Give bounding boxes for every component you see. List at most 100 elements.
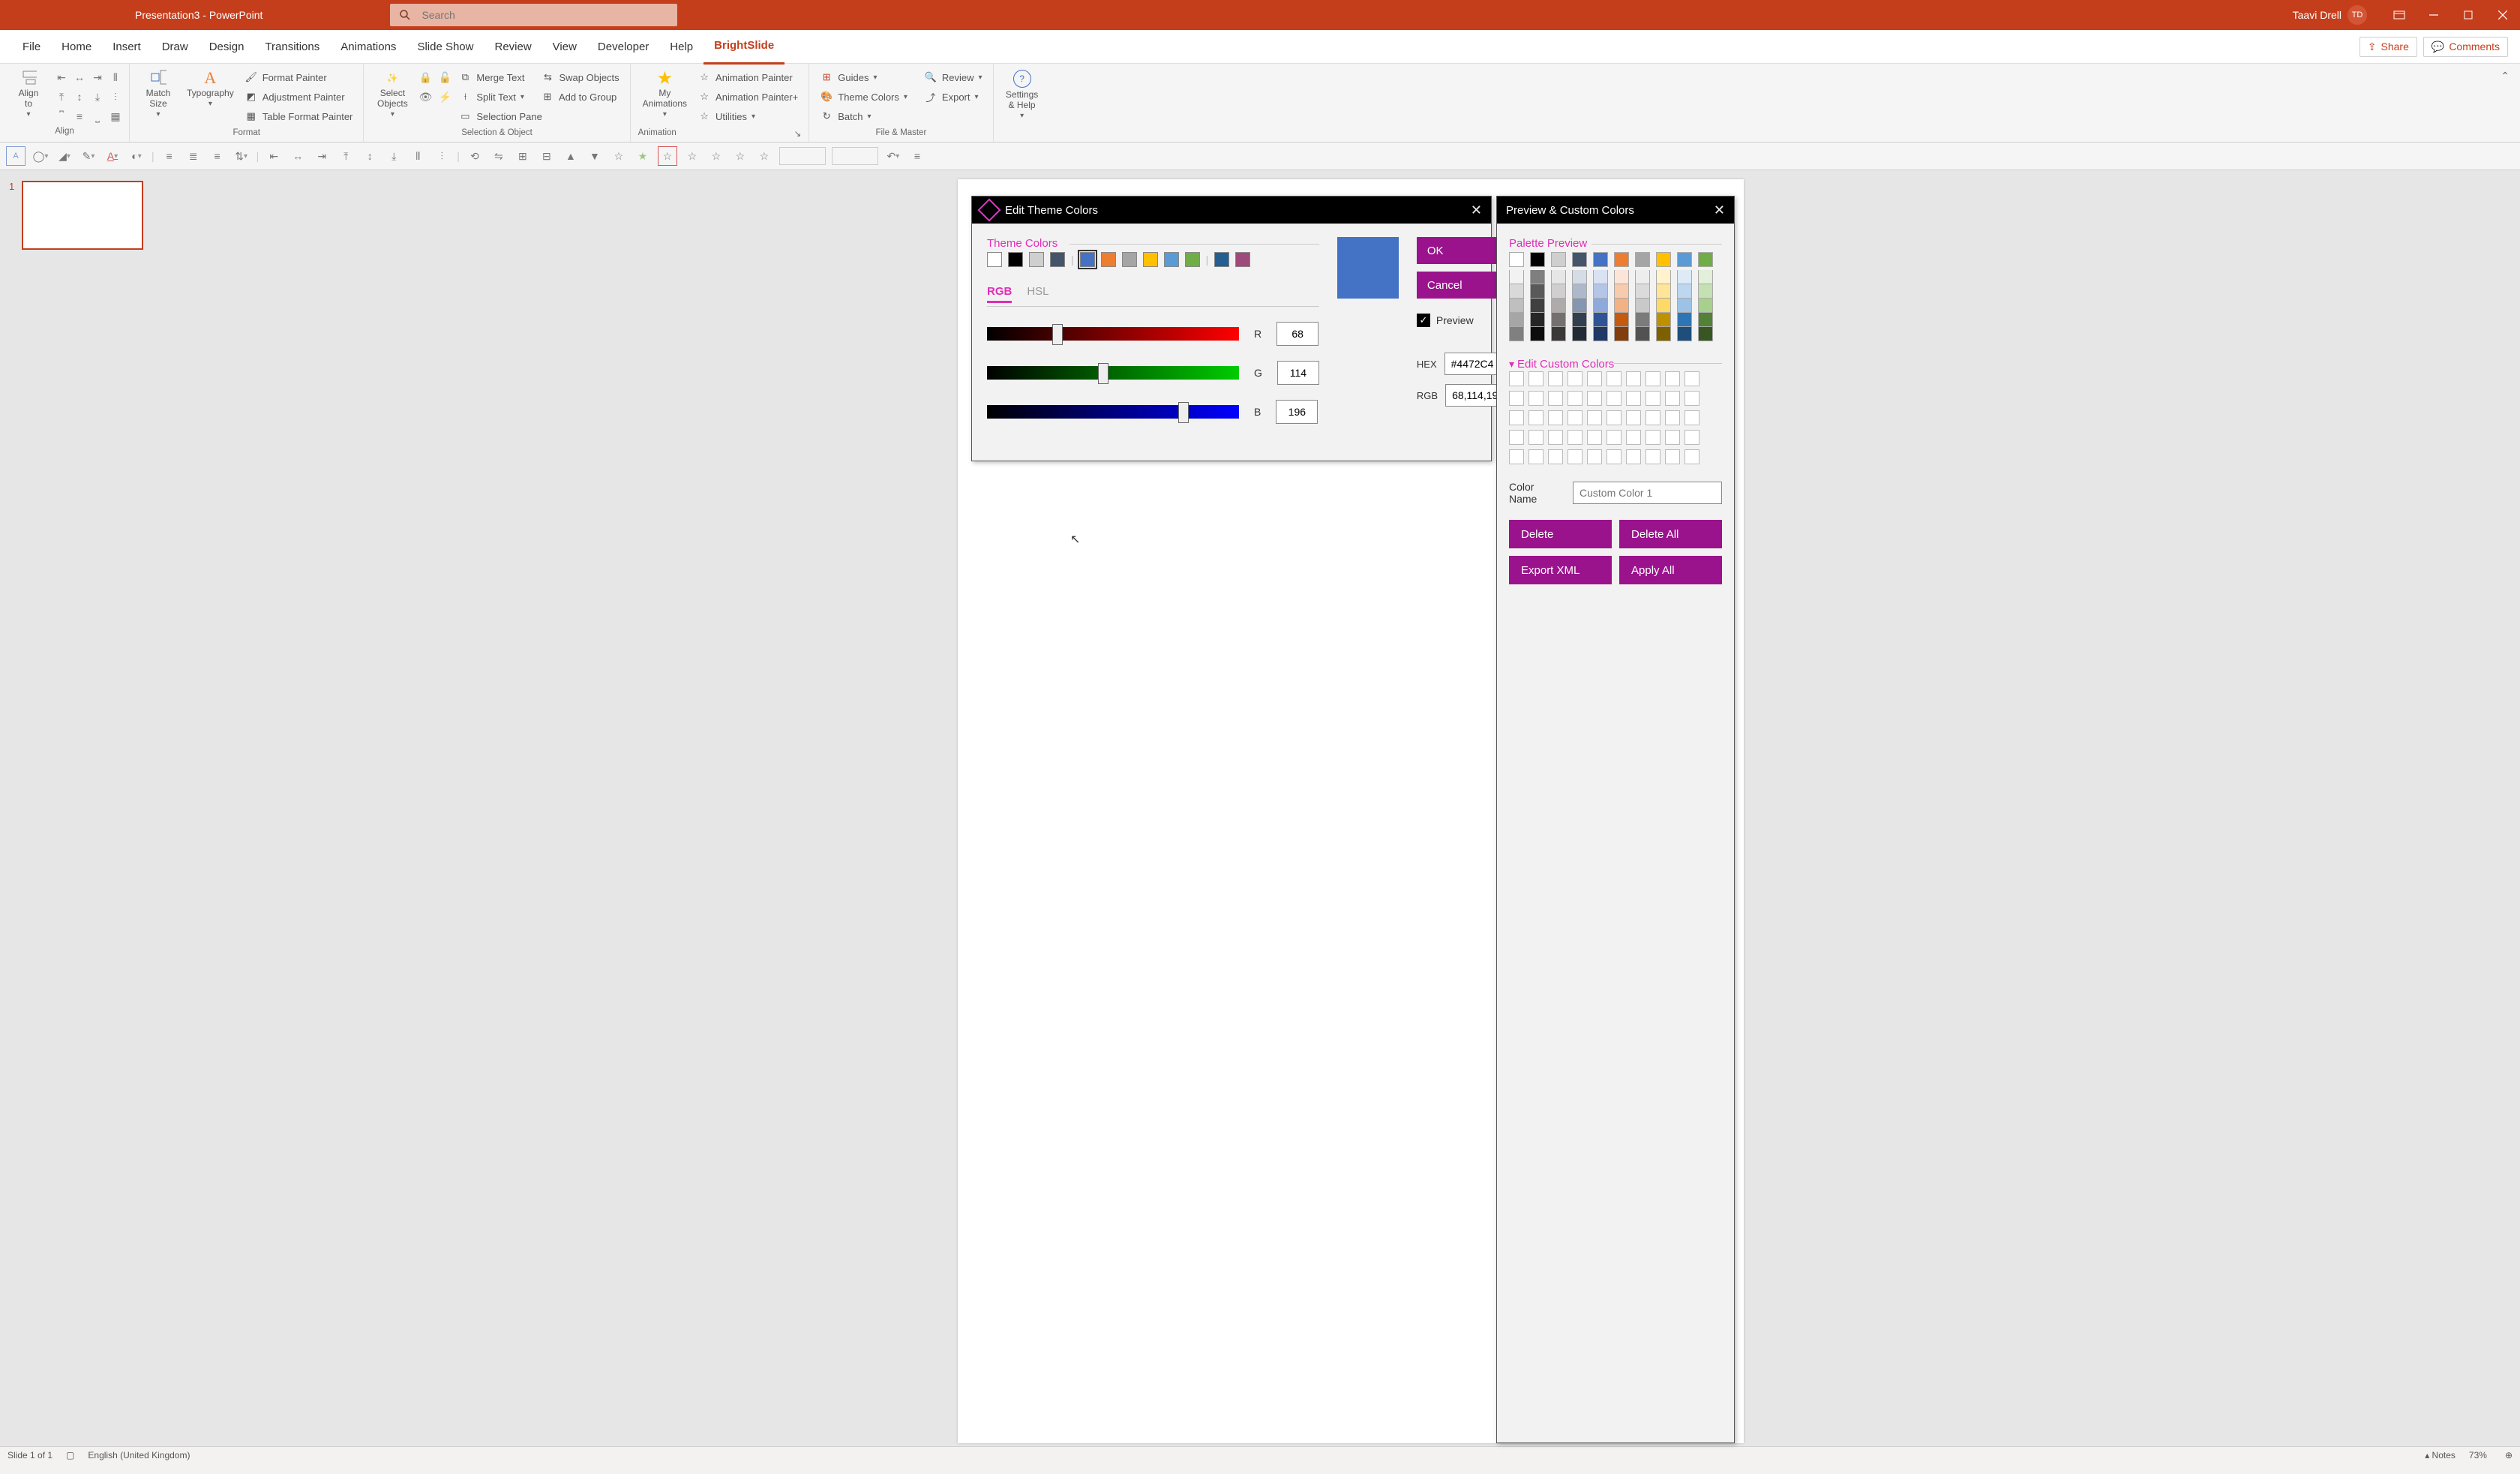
palette-swatch[interactable] bbox=[1677, 284, 1692, 299]
theme-colors-button[interactable]: 🎨Theme Colors ▾ bbox=[817, 88, 910, 106]
qa-combo1[interactable] bbox=[779, 147, 826, 165]
palette-swatch[interactable] bbox=[1635, 327, 1650, 341]
palette-swatch[interactable] bbox=[1635, 252, 1650, 267]
qa-al-mid-icon[interactable]: ↕ bbox=[361, 147, 379, 165]
tab-help[interactable]: Help bbox=[659, 30, 704, 63]
palette-swatch[interactable] bbox=[1614, 313, 1629, 327]
ribbon-options-icon[interactable] bbox=[2382, 0, 2416, 30]
export-button[interactable]: ⤴Export ▾ bbox=[921, 88, 986, 106]
palette-swatch[interactable] bbox=[1656, 327, 1671, 341]
slide-panel[interactable]: 1 bbox=[0, 170, 182, 1446]
qa-ungroup-icon[interactable]: ⊟ bbox=[538, 147, 556, 165]
match-size-button[interactable]: Match Size▾ bbox=[137, 68, 179, 120]
palette-swatch[interactable] bbox=[1698, 299, 1713, 313]
qa-forward-icon[interactable]: ▲ bbox=[562, 147, 580, 165]
palette-swatch[interactable] bbox=[1614, 284, 1629, 299]
palette-swatch[interactable] bbox=[1677, 252, 1692, 267]
palette-swatch[interactable] bbox=[1635, 313, 1650, 327]
palette-swatch[interactable] bbox=[1656, 252, 1671, 267]
palette-swatch[interactable] bbox=[1677, 270, 1692, 284]
qa-align-center-icon[interactable]: ≣ bbox=[184, 147, 202, 165]
theme-swatch[interactable] bbox=[1029, 252, 1044, 267]
qa-combo2[interactable] bbox=[832, 147, 878, 165]
typography-button[interactable]: A Typography▾ bbox=[182, 68, 238, 110]
qa-star6-icon[interactable]: ☆ bbox=[731, 147, 749, 165]
lightning-icon[interactable]: ⚡ bbox=[436, 88, 454, 106]
minimize-button[interactable] bbox=[2416, 0, 2451, 30]
palette-swatch[interactable] bbox=[1530, 284, 1545, 299]
qa-undo-icon[interactable]: ↶▾ bbox=[884, 147, 902, 165]
palette-swatch[interactable] bbox=[1593, 284, 1608, 299]
slider-b[interactable] bbox=[987, 405, 1239, 419]
palette-swatch[interactable] bbox=[1530, 252, 1545, 267]
animation-painter-button[interactable]: ☆Animation Painter bbox=[694, 68, 801, 86]
b-input[interactable] bbox=[1276, 400, 1318, 424]
palette-swatch[interactable] bbox=[1572, 327, 1587, 341]
swap-objects-button[interactable]: ⇆Swap Objects bbox=[538, 68, 622, 86]
custom-swatch[interactable] bbox=[1509, 371, 1524, 386]
palette-swatch[interactable] bbox=[1593, 252, 1608, 267]
palette-swatch[interactable] bbox=[1698, 284, 1713, 299]
theme-swatch[interactable] bbox=[1080, 252, 1095, 267]
custom-swatch[interactable] bbox=[1568, 391, 1582, 406]
palette-swatch[interactable] bbox=[1635, 299, 1650, 313]
qa-fill-icon[interactable]: ◢▾ bbox=[56, 147, 74, 165]
custom-swatch[interactable] bbox=[1646, 371, 1660, 386]
custom-swatch[interactable] bbox=[1626, 410, 1641, 425]
table-format-painter-button[interactable]: ▦Table Format Painter bbox=[242, 107, 356, 125]
delete-button[interactable]: Delete bbox=[1509, 520, 1612, 548]
custom-swatch[interactable] bbox=[1528, 371, 1544, 386]
palette-swatch[interactable] bbox=[1530, 313, 1545, 327]
slide-thumbnail[interactable] bbox=[22, 181, 143, 250]
qa-flip-icon[interactable]: ⇋ bbox=[490, 147, 508, 165]
palette-swatch[interactable] bbox=[1614, 327, 1629, 341]
custom-swatch[interactable] bbox=[1606, 430, 1622, 445]
slide[interactable]: Edit Theme Colors ✕ Theme Colors || RGB … bbox=[958, 179, 1744, 1443]
close-button[interactable] bbox=[2486, 0, 2520, 30]
align-text-bot-icon[interactable]: ⎵ bbox=[88, 107, 106, 125]
qa-al-cent-icon[interactable]: ↔ bbox=[289, 147, 307, 165]
theme-swatch[interactable] bbox=[1008, 252, 1023, 267]
color-name-input[interactable] bbox=[1573, 482, 1722, 504]
palette-swatch[interactable] bbox=[1677, 327, 1692, 341]
palette-swatch[interactable] bbox=[1509, 327, 1524, 341]
qa-more-icon[interactable]: ≡ bbox=[908, 147, 926, 165]
collapse-ribbon-button[interactable]: ⌃ bbox=[2490, 64, 2520, 142]
qa-outline-icon[interactable]: ✎▾ bbox=[80, 147, 98, 165]
settings-help-button[interactable]: ? Settings & Help▾ bbox=[1001, 68, 1043, 122]
slider-g[interactable] bbox=[987, 366, 1239, 380]
qa-align-left-icon[interactable]: ≡ bbox=[160, 147, 178, 165]
tab-file[interactable]: File bbox=[12, 30, 51, 63]
theme-swatch[interactable] bbox=[1143, 252, 1158, 267]
qa-textbox-icon[interactable]: A bbox=[6, 146, 26, 166]
custom-swatch[interactable] bbox=[1587, 449, 1602, 464]
tab-rgb[interactable]: RGB bbox=[987, 285, 1012, 303]
custom-swatch[interactable] bbox=[1548, 430, 1563, 445]
tab-transitions[interactable]: Transitions bbox=[254, 30, 330, 63]
custom-swatch[interactable] bbox=[1665, 410, 1680, 425]
align-left-icon[interactable]: ⇤ bbox=[52, 68, 70, 86]
selection-pane-button[interactable]: ▭Selection Pane bbox=[455, 107, 622, 125]
palette-swatch[interactable] bbox=[1698, 252, 1713, 267]
custom-swatch[interactable] bbox=[1587, 430, 1602, 445]
custom-swatch[interactable] bbox=[1665, 449, 1680, 464]
dialog-launcher-icon[interactable]: ↘ bbox=[794, 128, 802, 139]
custom-swatch[interactable] bbox=[1528, 410, 1544, 425]
palette-swatch[interactable] bbox=[1656, 270, 1671, 284]
custom-swatch[interactable] bbox=[1568, 371, 1582, 386]
palette-swatch[interactable] bbox=[1593, 270, 1608, 284]
qa-align-right-icon[interactable]: ≡ bbox=[208, 147, 226, 165]
custom-swatch[interactable] bbox=[1548, 391, 1563, 406]
custom-swatch[interactable] bbox=[1509, 449, 1524, 464]
tab-home[interactable]: Home bbox=[51, 30, 102, 63]
distribute-h-icon[interactable]: ⫴ bbox=[106, 68, 124, 86]
palette-swatch[interactable] bbox=[1677, 313, 1692, 327]
notes-button[interactable]: ▴ Notes bbox=[2425, 1450, 2456, 1460]
preview-checkbox[interactable]: ✓ bbox=[1417, 314, 1430, 327]
tab-developer[interactable]: Developer bbox=[587, 30, 659, 63]
palette-swatch[interactable] bbox=[1593, 327, 1608, 341]
custom-swatch[interactable] bbox=[1606, 391, 1622, 406]
palette-swatch[interactable] bbox=[1572, 270, 1587, 284]
qa-al-top-icon[interactable]: ⤒ bbox=[337, 147, 355, 165]
palette-swatch[interactable] bbox=[1551, 299, 1566, 313]
